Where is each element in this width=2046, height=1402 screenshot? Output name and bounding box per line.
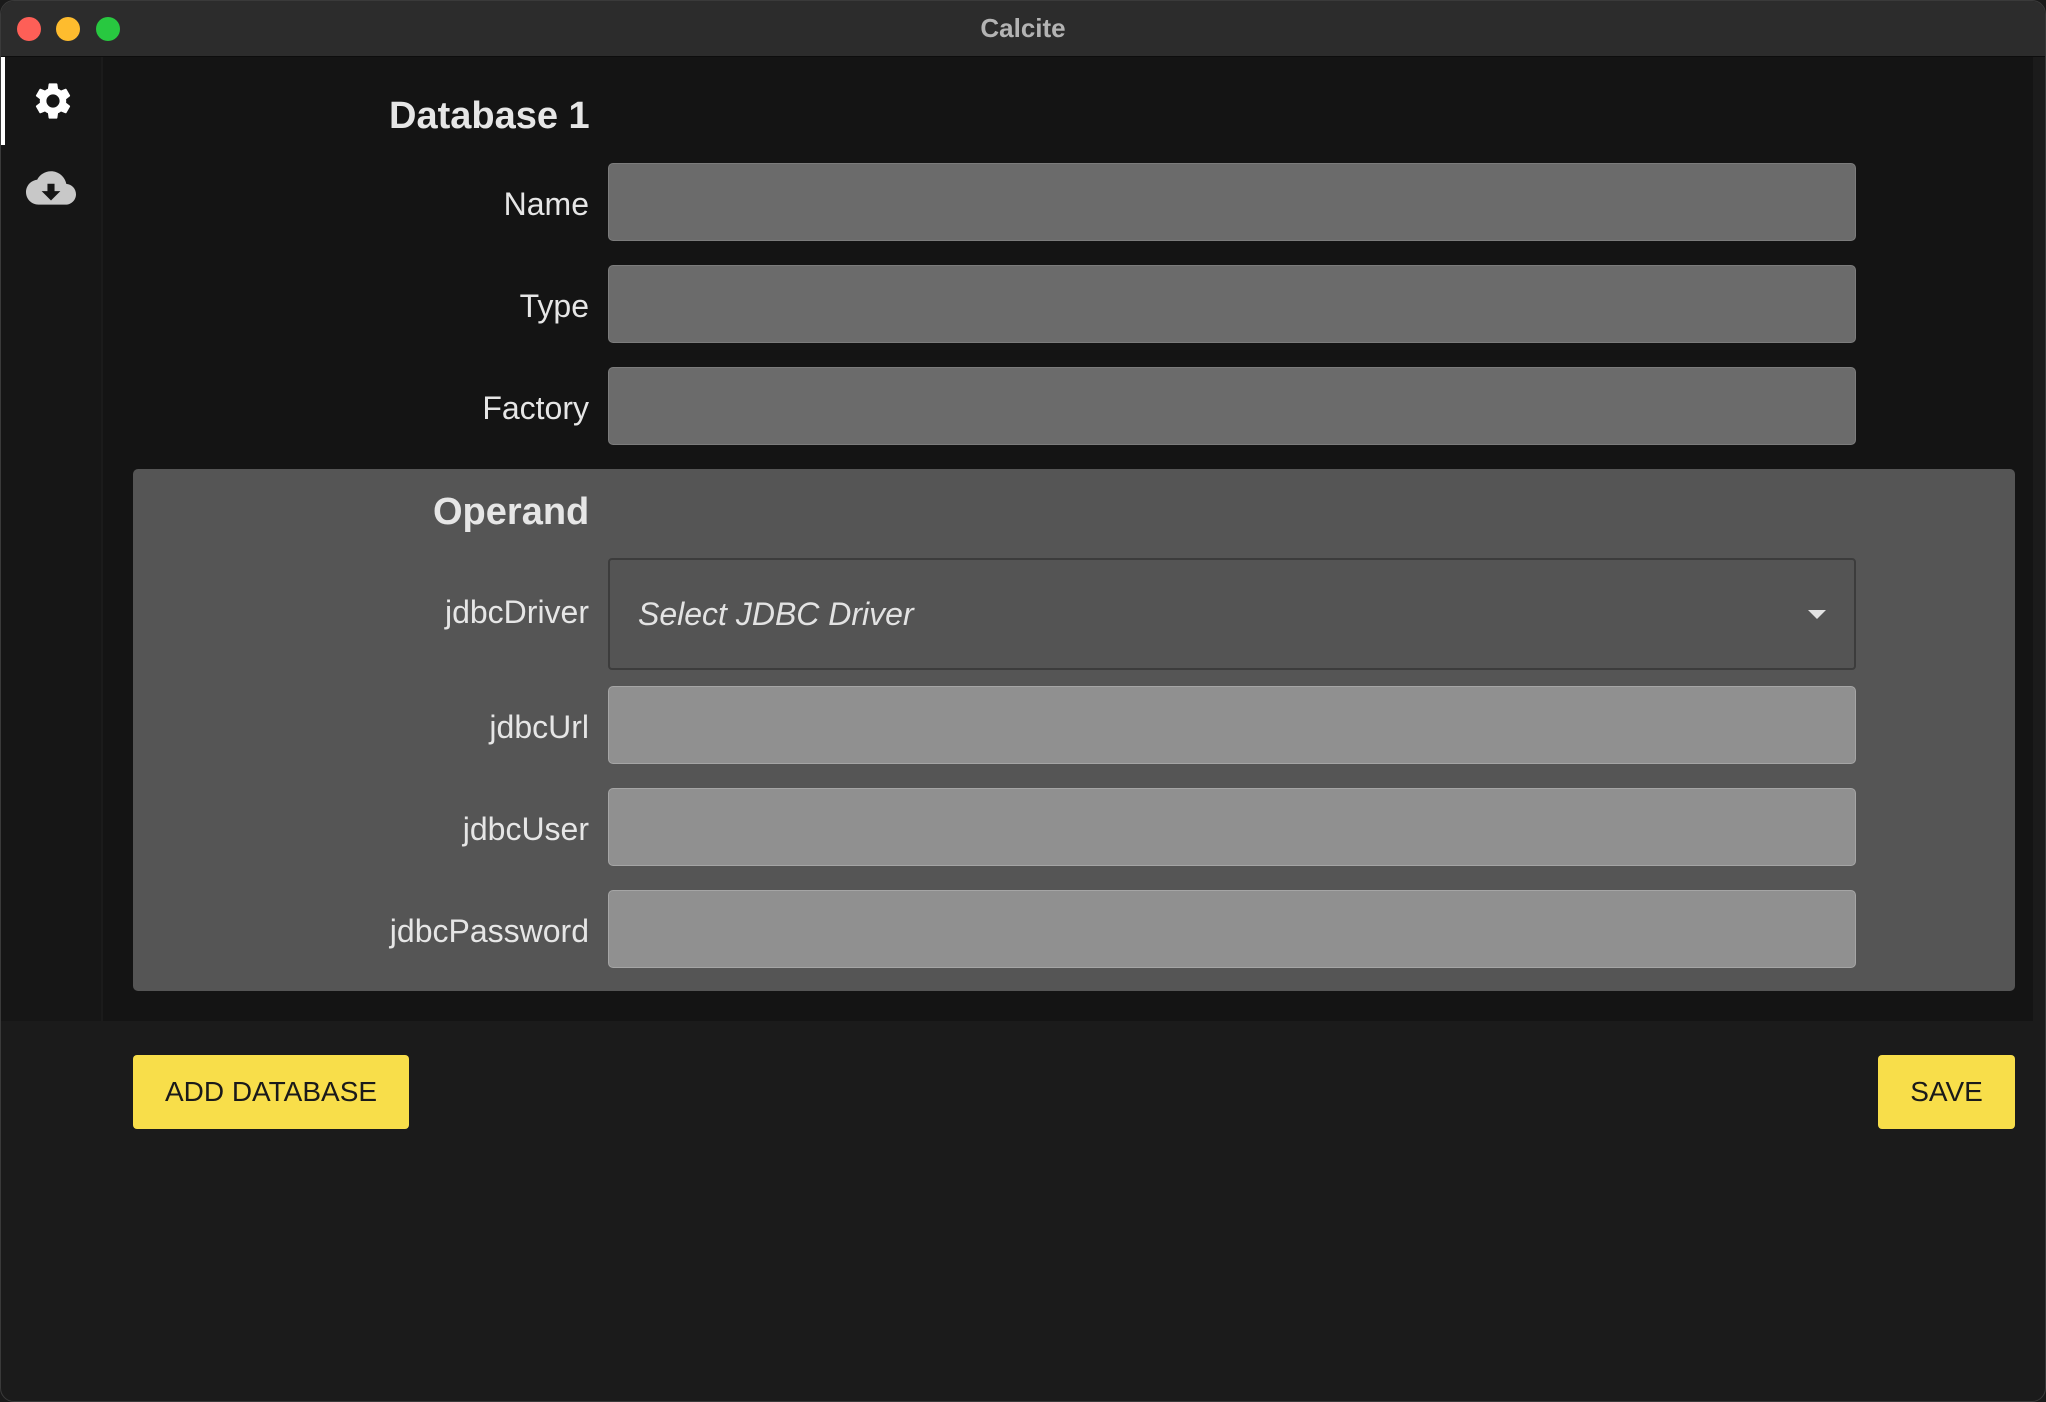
title-bar: Calcite [1,1,2045,57]
type-label: Type [519,288,589,324]
chevron-down-icon [1808,610,1826,619]
factory-label: Factory [482,390,589,426]
jdbc-user-input[interactable] [608,788,1856,866]
jdbc-driver-placeholder: Select JDBC Driver [638,596,914,632]
window-title: Calcite [980,13,1066,43]
type-input[interactable] [608,265,1856,343]
add-database-button[interactable]: ADD DATABASE [133,1055,409,1129]
name-label: Name [503,186,589,222]
jdbc-password-label: jdbcPassword [389,913,589,949]
gear-icon [35,83,71,119]
sidebar-item-download[interactable] [1,145,101,233]
app-window: Calcite Database 1 Name Type Factory Ope… [0,0,2046,1402]
name-input[interactable] [608,163,1856,241]
cloud-download-icon [26,171,76,205]
jdbc-driver-label: jdbcDriver [444,594,589,630]
factory-input[interactable] [608,367,1856,445]
jdbc-driver-select[interactable]: Select JDBC Driver [608,558,1856,670]
jdbc-url-label: jdbcUrl [489,709,589,745]
sidebar-item-settings[interactable] [1,57,101,145]
sidebar [1,57,101,1021]
save-button[interactable]: SAVE [1878,1055,2015,1129]
jdbc-password-input[interactable] [608,890,1856,968]
operand-title: Operand [433,491,590,533]
jdbc-url-input[interactable] [608,686,1856,764]
database-title: Database 1 [389,95,590,137]
jdbc-user-label: jdbcUser [462,811,589,847]
